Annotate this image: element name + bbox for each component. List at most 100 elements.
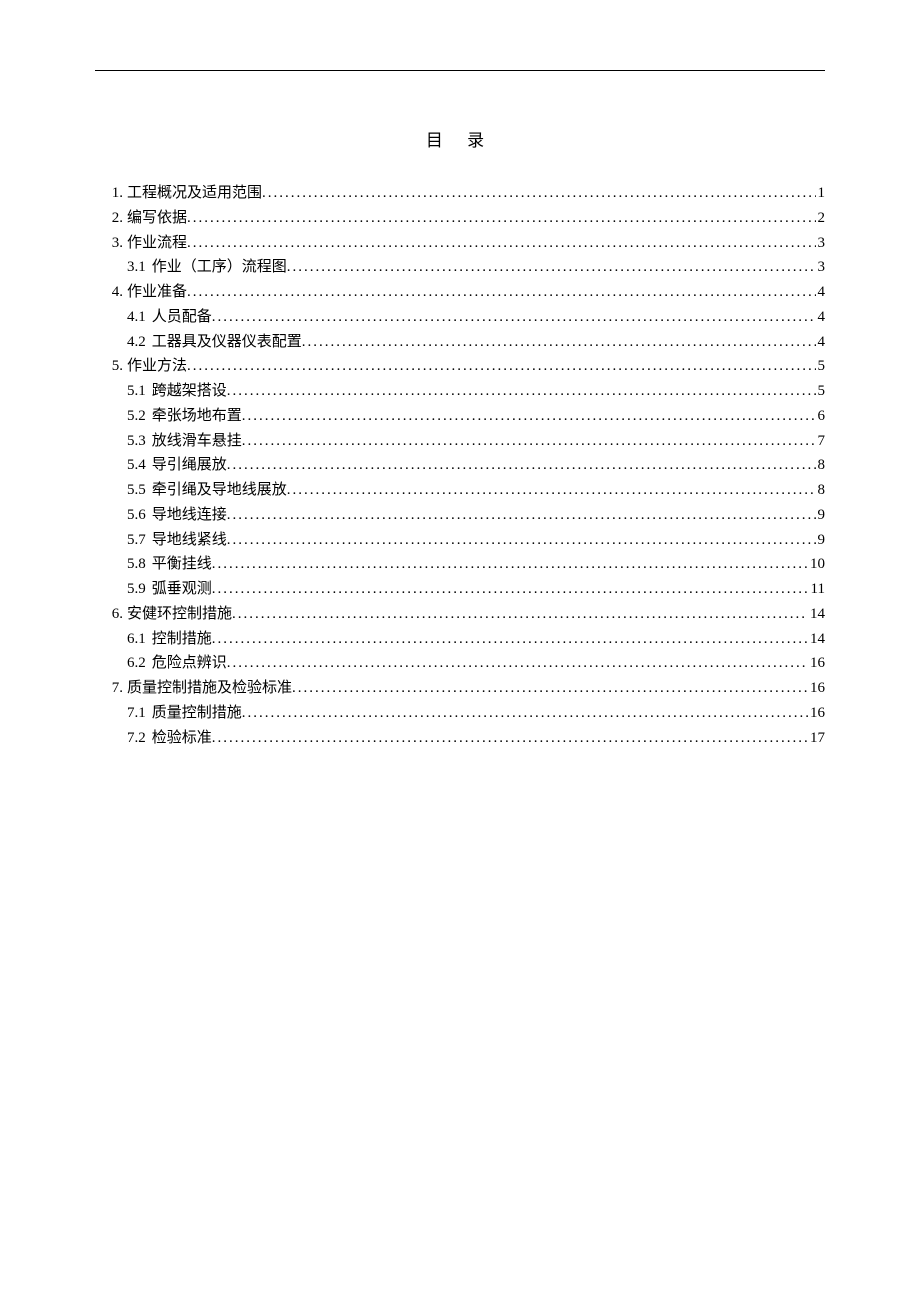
toc-entry-page: 1 <box>816 181 826 206</box>
toc-leader-dots <box>242 404 816 429</box>
toc-entry: 5.6导地线连接 9 <box>95 503 825 528</box>
document-page: 目 录 1.工程概况及适用范围 12.编写依据23.作业流程 3 3.1作业（工序）流… <box>0 0 920 1302</box>
toc-entry-page: 5 <box>816 379 826 404</box>
toc-entry-number: 5.3 <box>127 429 152 454</box>
toc-entry: 4.1人员配备 4 <box>95 305 825 330</box>
toc-entry-page: 9 <box>816 503 826 528</box>
toc-leader-dots <box>187 206 815 231</box>
toc-entry: 5.2牵张场地布置 6 <box>95 404 825 429</box>
toc-entry-page: 14 <box>808 602 825 627</box>
toc-entry-label: 作业准备 <box>127 280 187 305</box>
toc-entry-number: 3.1 <box>127 255 152 280</box>
toc-leader-dots <box>302 330 816 355</box>
toc-leader-dots <box>187 280 815 305</box>
toc-leader-dots <box>227 528 816 553</box>
toc-entry-page: 5 <box>816 354 826 379</box>
toc-entry-number: 3. <box>95 231 127 256</box>
toc-entry-page: 16 <box>808 676 825 701</box>
toc-entry-page: 8 <box>816 453 826 478</box>
toc-entry-number: 5.9 <box>127 577 152 602</box>
toc-entry-page: 4 <box>816 330 826 355</box>
toc-entry-label: 人员配备 <box>152 305 212 330</box>
toc-leader-dots <box>227 453 816 478</box>
toc-entry-number: 7.2 <box>127 726 152 751</box>
toc-entry: 4.作业准备4 <box>95 280 825 305</box>
toc-entry-page: 3 <box>816 231 826 256</box>
toc-entry-label: 跨越架搭设 <box>152 379 227 404</box>
toc-leader-dots <box>227 379 816 404</box>
toc-entry: 1.工程概况及适用范围 1 <box>95 181 825 206</box>
toc-entry-label: 作业流程 <box>127 231 187 256</box>
toc-entry: 2.编写依据2 <box>95 206 825 231</box>
toc-entry-page: 4 <box>816 305 826 330</box>
toc-entry-number: 4.2 <box>127 330 152 355</box>
toc-entry-number: 4.1 <box>127 305 152 330</box>
toc-leader-dots <box>287 255 816 280</box>
toc-entry-label: 危险点辨识 <box>152 651 227 676</box>
toc-entry-page: 8 <box>816 478 826 503</box>
toc-entry-page: 10 <box>808 552 825 577</box>
toc-entry-page: 17 <box>808 726 825 751</box>
toc-entry: 7.2检验标准 17 <box>95 726 825 751</box>
toc-leader-dots <box>212 577 809 602</box>
toc-leader-dots <box>227 503 816 528</box>
toc-leader-dots <box>212 305 816 330</box>
toc-entry-page: 3 <box>816 255 826 280</box>
toc-entry-label: 工程概况及适用范围 <box>127 181 262 206</box>
table-of-contents: 1.工程概况及适用范围12.编写依据23.作业流程33.1作业（工序）流程图34… <box>95 181 825 750</box>
toc-entry: 6.安健环控制措施 14 <box>95 602 825 627</box>
toc-entry-page: 7 <box>816 429 826 454</box>
toc-leader-dots <box>242 701 808 726</box>
toc-entry-label: 安健环控制措施 <box>127 602 232 627</box>
toc-entry: 5.7导地线紧线 9 <box>95 528 825 553</box>
toc-entry-number: 5.5 <box>127 478 152 503</box>
toc-entry: 6.2危险点辨识16 <box>95 651 825 676</box>
toc-entry-label: 作业方法 <box>127 354 187 379</box>
toc-entry-number: 1. <box>95 181 127 206</box>
toc-entry-number: 5.1 <box>127 379 152 404</box>
toc-entry-number: 2. <box>95 206 127 231</box>
toc-entry: 5.作业方法 5 <box>95 354 825 379</box>
toc-entry-label: 导地线连接 <box>152 503 227 528</box>
toc-entry-number: 5.7 <box>127 528 152 553</box>
toc-entry: 5.5牵引绳及导地线展放 8 <box>95 478 825 503</box>
toc-entry: 5.3放线滑车悬挂7 <box>95 429 825 454</box>
toc-entry-number: 5.6 <box>127 503 152 528</box>
toc-entry-label: 牵引绳及导地线展放 <box>152 478 287 503</box>
toc-entry-number: 5.2 <box>127 404 152 429</box>
toc-entry-page: 16 <box>808 651 825 676</box>
toc-entry-label: 平衡挂线 <box>152 552 212 577</box>
toc-entry-page: 11 <box>809 577 825 602</box>
toc-leader-dots <box>232 602 808 627</box>
toc-entry: 3.作业流程 3 <box>95 231 825 256</box>
header-rule <box>95 70 825 71</box>
toc-entry: 7.质量控制措施及检验标准16 <box>95 676 825 701</box>
toc-entry-label: 编写依据 <box>127 206 187 231</box>
toc-entry-number: 6.1 <box>127 627 152 652</box>
toc-entry-number: 7.1 <box>127 701 152 726</box>
toc-entry-label: 牵张场地布置 <box>152 404 242 429</box>
toc-entry-page: 6 <box>816 404 826 429</box>
toc-entry-label: 检验标准 <box>152 726 212 751</box>
toc-entry: 4.2工器具及仪器仪表配置 4 <box>95 330 825 355</box>
toc-leader-dots <box>212 552 808 577</box>
toc-entry-label: 导地线紧线 <box>152 528 227 553</box>
toc-entry-number: 5.8 <box>127 552 152 577</box>
toc-entry-label: 质量控制措施 <box>152 701 242 726</box>
toc-entry-number: 4. <box>95 280 127 305</box>
toc-entry: 5.9弧垂观测11 <box>95 577 825 602</box>
toc-entry-number: 6. <box>95 602 127 627</box>
toc-entry-label: 导引绳展放 <box>152 453 227 478</box>
toc-leader-dots <box>287 478 816 503</box>
toc-entry-label: 质量控制措施及检验标准 <box>127 676 292 701</box>
toc-entry: 6.1控制措施14 <box>95 627 825 652</box>
toc-leader-dots <box>187 231 815 256</box>
toc-entry-number: 5. <box>95 354 127 379</box>
toc-entry-label: 工器具及仪器仪表配置 <box>152 330 302 355</box>
toc-entry: 7.1质量控制措施16 <box>95 701 825 726</box>
toc-entry: 5.1跨越架搭设 5 <box>95 379 825 404</box>
toc-entry-label: 作业（工序）流程图 <box>152 255 287 280</box>
toc-entry-page: 9 <box>816 528 826 553</box>
toc-entry-number: 5.4 <box>127 453 152 478</box>
toc-title: 目 录 <box>95 126 825 151</box>
